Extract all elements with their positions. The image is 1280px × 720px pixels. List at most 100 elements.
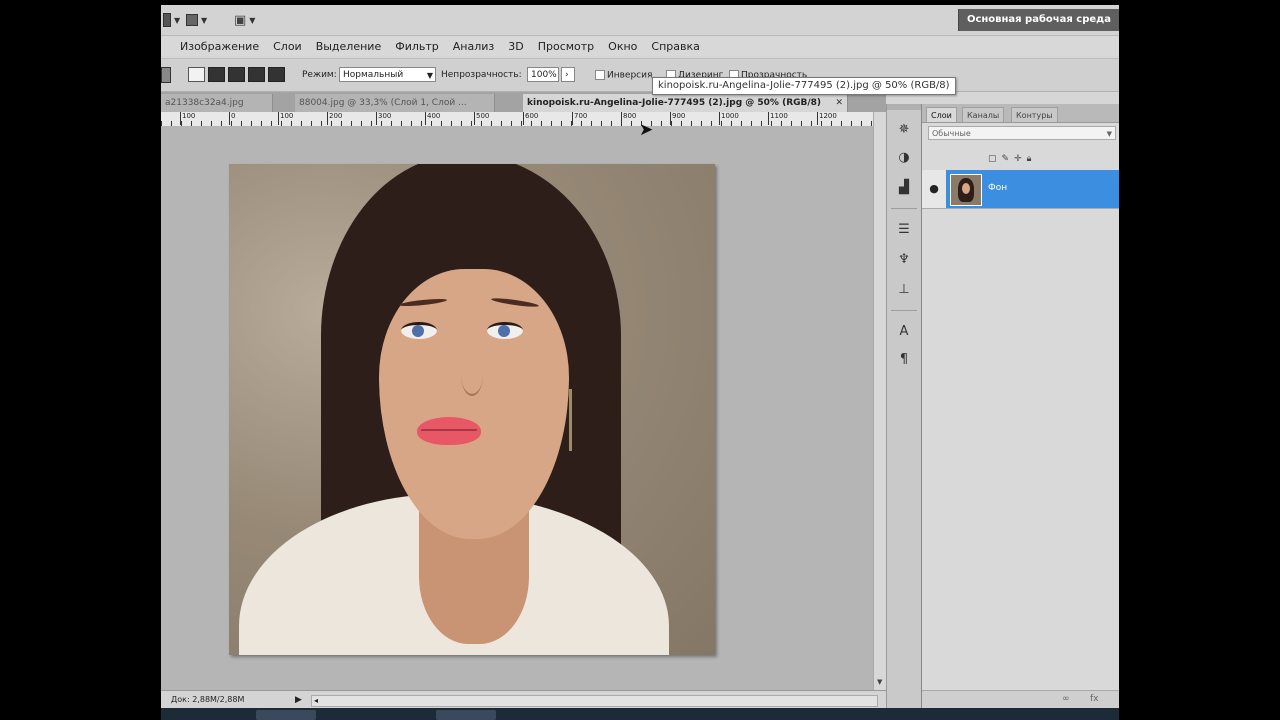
menu-help[interactable]: Справка	[651, 40, 699, 53]
taskbar-button[interactable]	[436, 710, 496, 720]
angle-gradient-button[interactable]	[228, 67, 245, 82]
chevron-down-icon: ▼	[174, 15, 181, 25]
menu-layers[interactable]: Слои	[273, 40, 302, 53]
ruler-tick: 100	[278, 112, 293, 125]
nose-shape	[461, 354, 483, 396]
vertical-scrollbar[interactable]: ▼	[873, 112, 887, 690]
taskbar-button[interactable]	[256, 710, 316, 720]
lock-all-icon[interactable]: 🔒︎	[1027, 154, 1032, 164]
workspace-switcher[interactable]: Основная рабочая среда	[957, 9, 1119, 31]
link-layers-icon[interactable]: ∞	[1062, 694, 1070, 704]
menu-filter[interactable]: Фильтр	[395, 40, 439, 53]
layer-row[interactable]: ● Фон	[922, 170, 1119, 209]
radial-gradient-button[interactable]	[208, 67, 225, 82]
photoshop-window: ▼ ▼ ▣ ▼ Основная рабочая среда Изображен…	[161, 5, 1119, 720]
status-menu-arrow-icon[interactable]: ▶	[295, 691, 302, 709]
menu-view[interactable]: Просмотр	[538, 40, 594, 53]
dock-grip[interactable]	[887, 104, 922, 110]
opacity-label: Непрозрачность:	[441, 70, 522, 80]
navigator-icon[interactable]: ✵	[896, 122, 912, 138]
ruler-tick: 1100	[768, 112, 788, 125]
tool-presets-icon[interactable]: ☰	[896, 222, 912, 238]
earring-shape	[569, 389, 572, 451]
panel-tabs: Слои Каналы Контуры	[922, 104, 1119, 123]
histogram-icon[interactable]: ▟	[896, 180, 912, 196]
ruler-tick: 1000	[719, 112, 739, 125]
panel-dock: ✵ ◑ ▟ ☰ ♆ ⊥ A ¶	[886, 104, 922, 712]
tab-layers[interactable]: Слои	[926, 107, 957, 122]
adjustments-icon[interactable]: ◑	[896, 150, 912, 166]
chevron-down-icon: ▼	[249, 15, 256, 25]
view-extras-button[interactable]: ▼	[186, 12, 207, 28]
menu-bar: Изображение Слои Выделение Фильтр Анализ…	[161, 36, 1119, 56]
character-icon[interactable]: A	[896, 324, 912, 340]
mode-select[interactable]: Нормальный ▼	[339, 67, 436, 82]
document-size: Док: 2,88М/2,88М	[171, 695, 245, 704]
tab-tooltip: kinopoisk.ru-Angelina-Jolie-777495 (2).j…	[652, 77, 956, 95]
ruler-tick: 200	[327, 112, 342, 125]
close-icon[interactable]: ✕	[835, 94, 843, 112]
blend-mode-select[interactable]: Обычные ▼	[928, 126, 1116, 140]
reflected-gradient-button[interactable]	[248, 67, 265, 82]
horizontal-ruler: 100 0 100 200 300 400 500 600 700 800 90…	[161, 112, 873, 127]
chevron-down-icon: ▼	[426, 71, 433, 80]
doc-tab-label: kinopoisk.ru-Angelina-Jolie-777495 (2).j…	[527, 98, 822, 108]
tab-paths[interactable]: Контуры	[1011, 107, 1058, 122]
menu-3d[interactable]: 3D	[508, 40, 523, 53]
portrait-image	[229, 164, 715, 655]
chevron-down-icon: ▼	[201, 15, 208, 25]
layer-name[interactable]: Фон	[988, 183, 1007, 193]
application-bar: ▼ ▼ ▣ ▼ Основная рабочая среда	[161, 5, 1119, 36]
doc-tab[interactable]: a21338c32a4.jpg	[161, 94, 273, 112]
horizontal-scrollbar[interactable]: ◂	[311, 695, 878, 707]
opacity-slider-toggle[interactable]: ›	[561, 67, 575, 82]
document-canvas[interactable]: ➤	[161, 120, 873, 690]
clone-source-icon[interactable]: ⊥	[896, 282, 912, 298]
dock-separator	[891, 208, 917, 209]
scroll-down-icon[interactable]: ▼	[877, 678, 882, 686]
blend-mode-value: Обычные	[932, 129, 971, 138]
tab-channels[interactable]: Каналы	[962, 107, 1005, 122]
lips-shape	[417, 417, 481, 445]
inverse-label: Инверсия	[607, 70, 653, 81]
menu-analysis[interactable]: Анализ	[453, 40, 495, 53]
lock-image-icon[interactable]: ✎	[1002, 154, 1010, 164]
launch-bridge-button[interactable]: ▼	[163, 12, 180, 28]
bridge-icon	[163, 13, 171, 27]
paragraph-icon[interactable]: ¶	[896, 352, 912, 368]
brushes-icon[interactable]: ♆	[896, 252, 912, 268]
inverse-checkbox[interactable]: Инверсия	[595, 70, 652, 81]
mode-label: Режим:	[302, 70, 337, 80]
status-bar: Док: 2,88М/2,88М ▶ ◂	[161, 690, 886, 709]
linear-gradient-button[interactable]	[188, 67, 205, 82]
lock-transparent-icon[interactable]: ▢	[988, 154, 997, 164]
options-bar: Режим: Нормальный ▼ Непрозрачность: 100%…	[161, 58, 1119, 92]
visibility-eye-icon[interactable]: ●	[927, 182, 941, 196]
os-taskbar	[161, 708, 1119, 720]
checkbox-icon	[595, 70, 605, 80]
ruler-tick: 300	[376, 112, 391, 125]
diamond-gradient-button[interactable]	[268, 67, 285, 82]
left-eye	[401, 322, 437, 339]
dock-separator	[891, 310, 917, 311]
ruler-tick: 600	[523, 112, 538, 125]
arrange-documents-button[interactable]: ▣ ▼	[234, 12, 255, 28]
layer-thumbnail	[950, 174, 982, 206]
gradient-types	[188, 67, 285, 82]
ruler-tick: 100	[180, 112, 195, 125]
mouse-cursor-icon: ➤	[639, 120, 654, 140]
menu-window[interactable]: Окно	[608, 40, 637, 53]
menu-image[interactable]: Изображение	[180, 40, 259, 53]
document-tabs: a21338c32a4.jpg 88004.jpg @ 33,3% (Слой …	[161, 92, 886, 112]
fx-icon[interactable]: fx	[1090, 694, 1099, 704]
doc-tab[interactable]: 88004.jpg @ 33,3% (Слой 1, Слой ...	[295, 94, 495, 112]
menu-select[interactable]: Выделение	[316, 40, 382, 53]
tool-preset-picker[interactable]	[161, 67, 171, 83]
ruler-tick: 800	[621, 112, 636, 125]
mode-value: Нормальный	[343, 70, 404, 80]
chevron-down-icon: ▼	[1106, 130, 1112, 138]
opacity-input[interactable]: 100%	[527, 67, 559, 82]
doc-tab-active[interactable]: kinopoisk.ru-Angelina-Jolie-777495 (2).j…	[523, 94, 848, 112]
lock-position-icon[interactable]: ✛	[1014, 154, 1022, 164]
doc-tab-label: a21338c32a4.jpg	[165, 98, 244, 108]
